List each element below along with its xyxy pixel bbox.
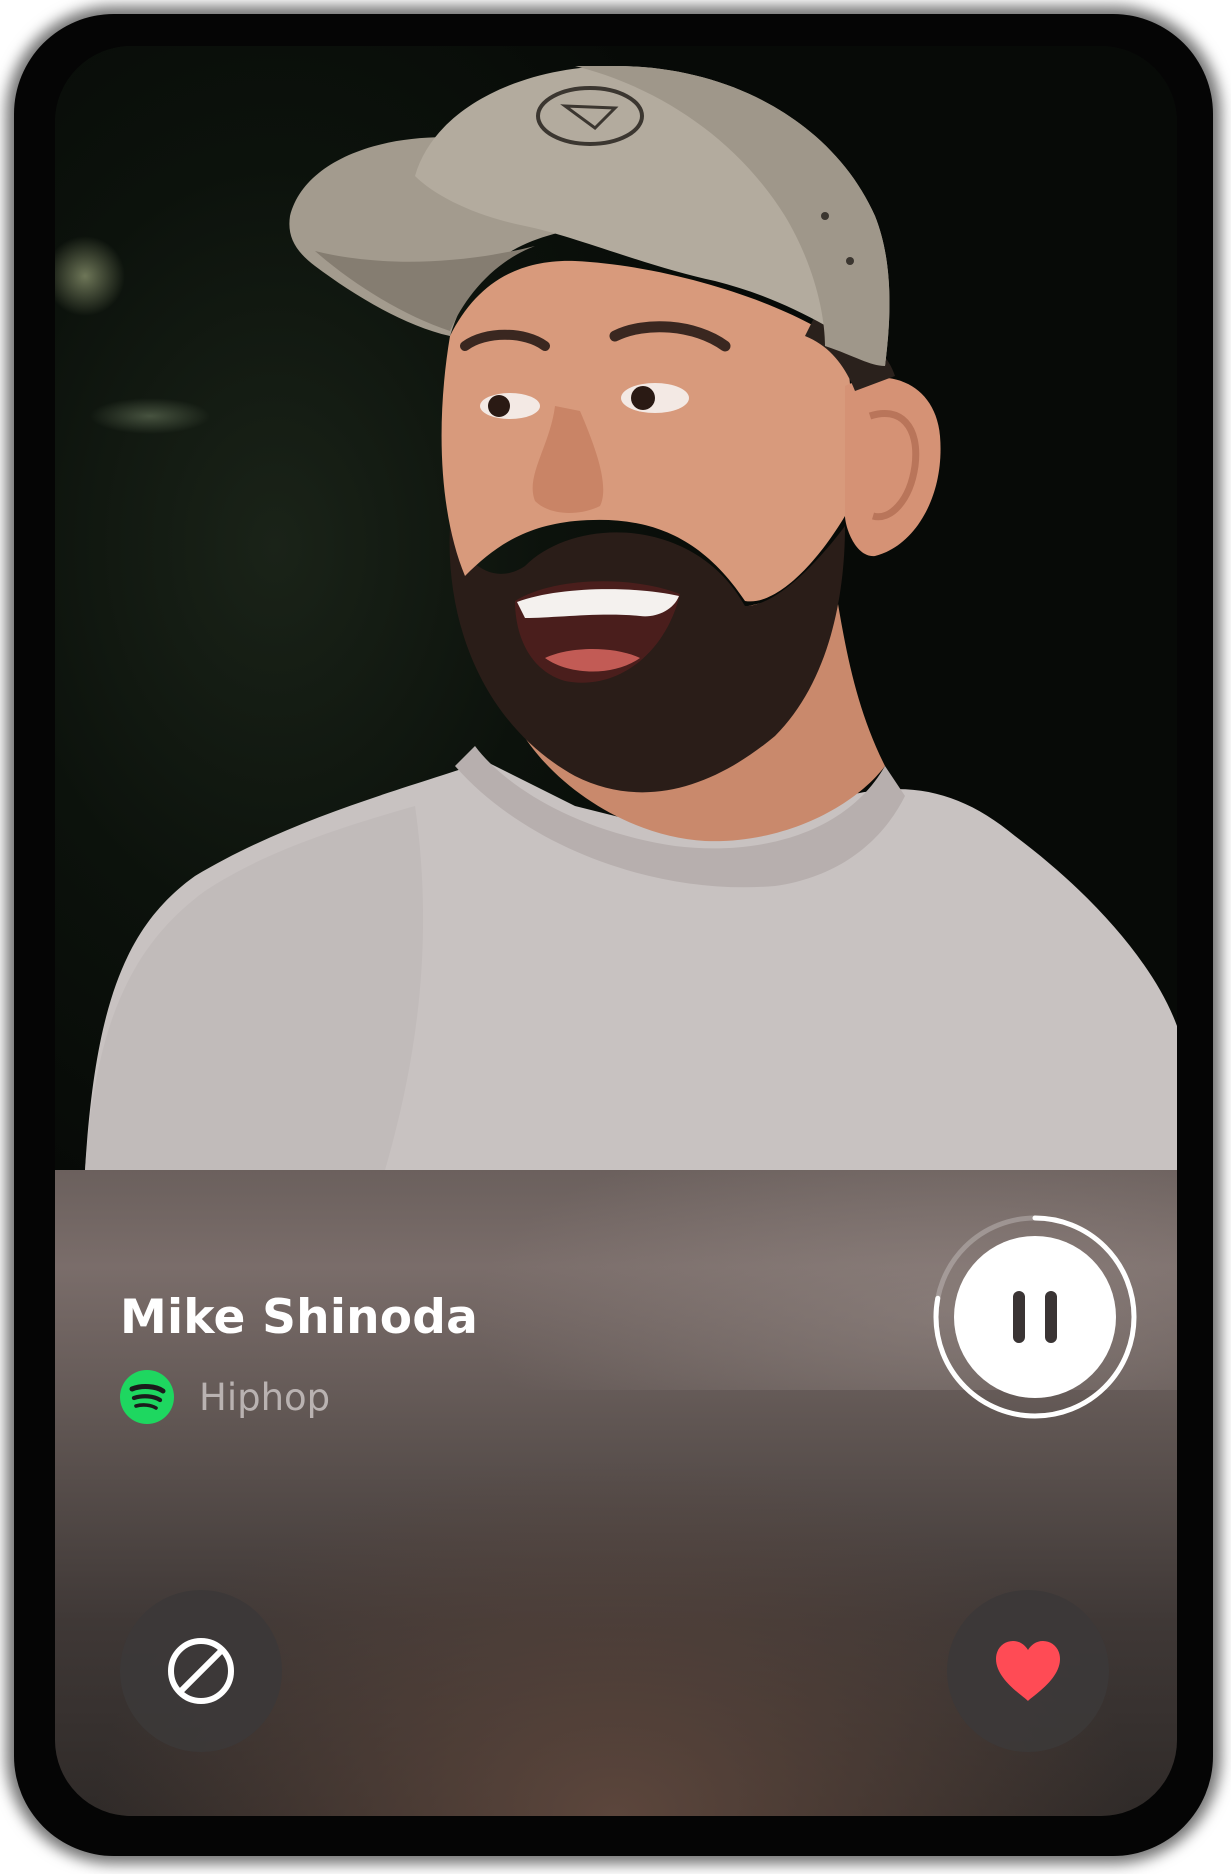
- profile-card: Mike Shinoda Hiphop: [55, 46, 1177, 1816]
- playback-control: [932, 1214, 1138, 1420]
- skip-button[interactable]: [120, 1590, 282, 1752]
- profile-photo: [55, 46, 1177, 1170]
- artist-name: Mike Shinoda: [120, 1290, 479, 1345]
- like-button[interactable]: [947, 1590, 1109, 1752]
- spotify-icon: [120, 1370, 174, 1424]
- profile-photo-illustration: [85, 66, 1177, 1170]
- pause-icon: [1013, 1291, 1057, 1343]
- heart-icon: [996, 1641, 1060, 1701]
- block-icon: [168, 1638, 234, 1704]
- genre-row: Hiphop: [120, 1370, 330, 1424]
- pause-button[interactable]: [954, 1236, 1116, 1398]
- genre-label: Hiphop: [199, 1375, 331, 1419]
- info-panel: Mike Shinoda Hiphop: [55, 1170, 1177, 1816]
